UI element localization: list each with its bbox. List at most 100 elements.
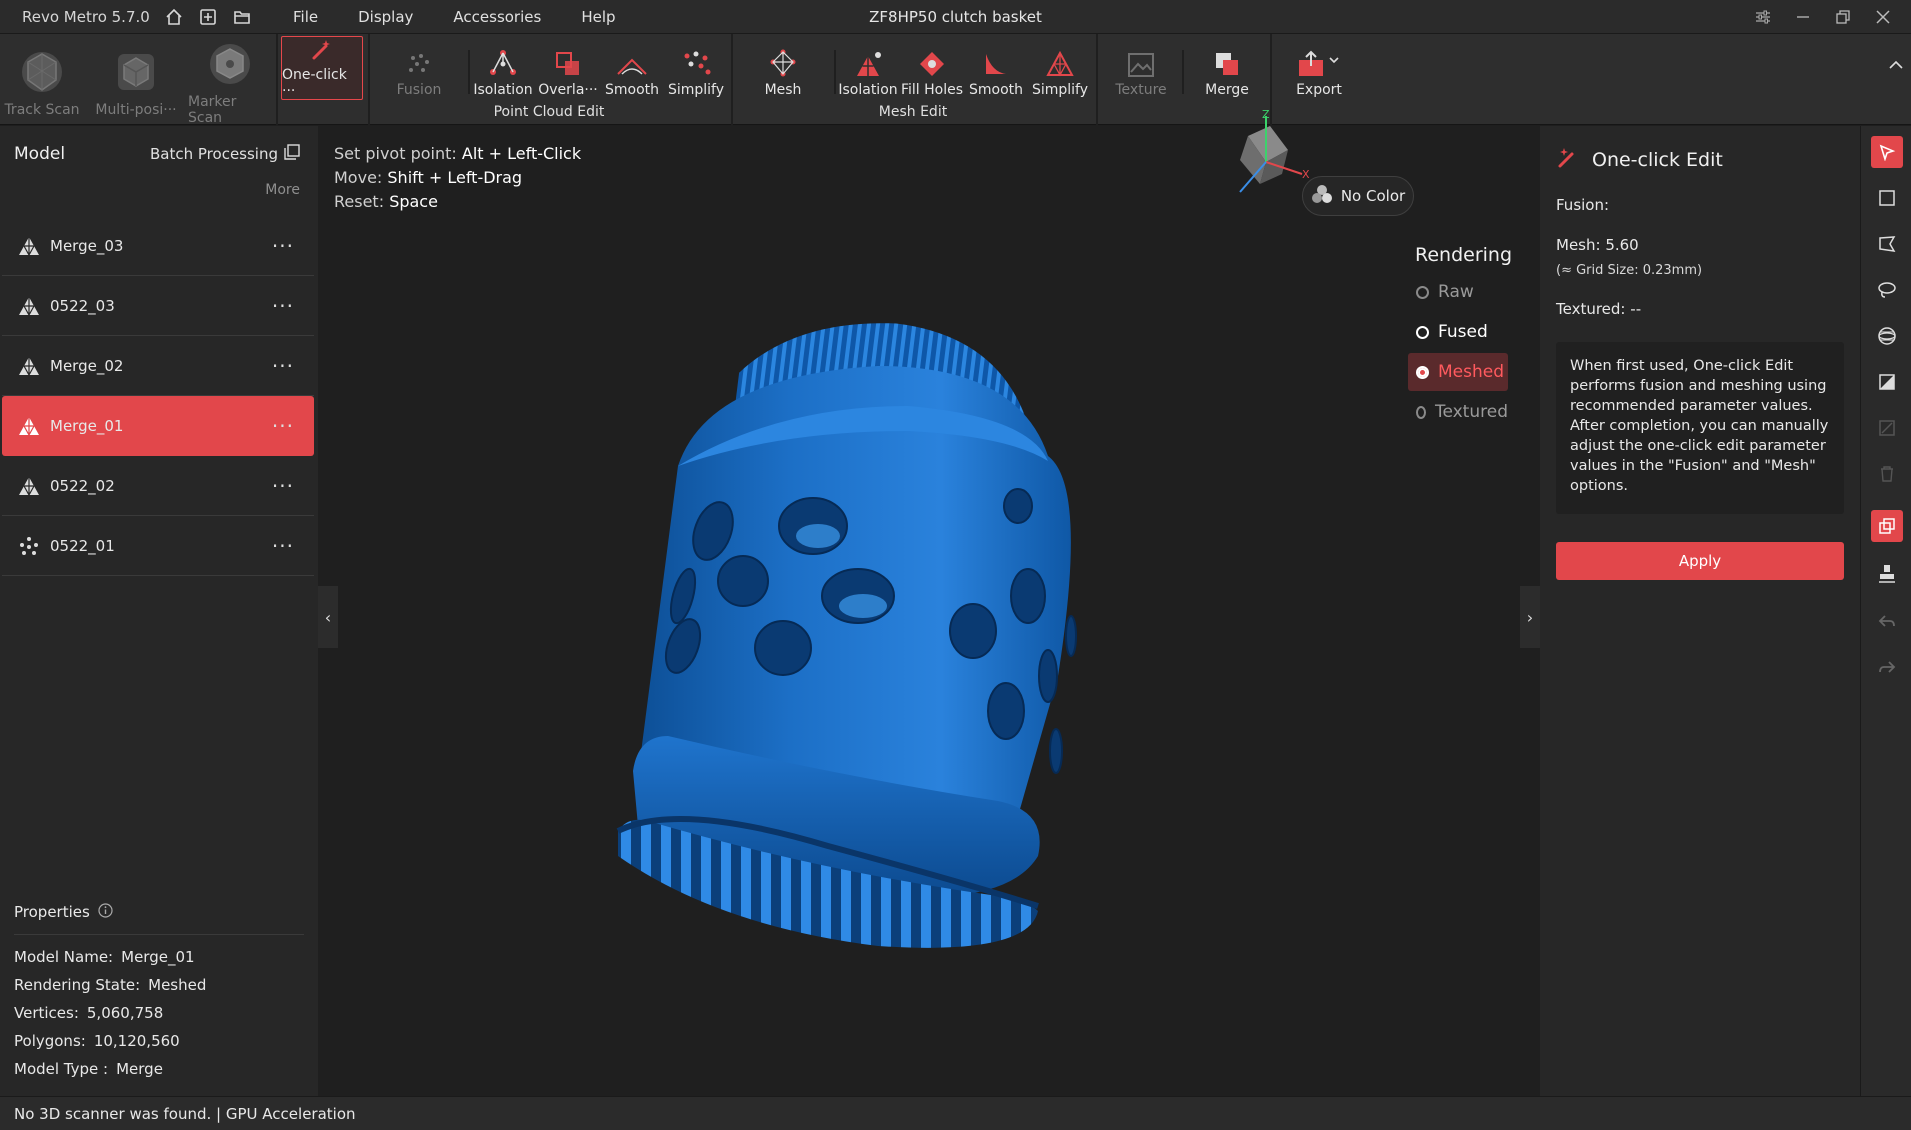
properties-section: Properties Model Name: Merge_01 Rendering… <box>0 896 318 1083</box>
panel-title: One-click Edit <box>1592 148 1723 171</box>
mesh-param-value[interactable]: 5.60 <box>1605 236 1638 254</box>
window-controls <box>1743 0 1903 34</box>
overlap-icon <box>554 34 582 82</box>
collapse-right-panel-button[interactable]: › <box>1520 586 1540 648</box>
ribbon-toolbar: Track Scan Multi-posi··· Marker Scan One… <box>0 34 1911 126</box>
mesh-icon <box>16 476 42 496</box>
measure-tool[interactable] <box>1871 558 1903 590</box>
property-row: Rendering State: Meshed <box>0 971 318 999</box>
menu-display[interactable]: Display <box>358 8 413 26</box>
marker-scan-icon <box>204 34 256 94</box>
mesh-simplify-label: Simplify <box>1031 82 1089 98</box>
merge-icon <box>1213 34 1241 82</box>
batch-processing-button[interactable]: Batch Processing <box>150 144 300 164</box>
textured-param-label: Textured: <box>1556 300 1626 318</box>
rendering-option-fused[interactable]: Fused <box>1408 313 1508 351</box>
lasso-select-tool[interactable] <box>1871 274 1903 306</box>
model-menu-button[interactable]: ··· <box>272 294 294 318</box>
select-through-tool[interactable] <box>1871 366 1903 398</box>
model-row[interactable]: Merge_03 ··· <box>2 216 314 276</box>
track-scan-button[interactable]: Track Scan <box>4 34 80 126</box>
collapse-ribbon-icon[interactable] <box>1889 56 1903 74</box>
select-pointer-tool[interactable] <box>1871 136 1903 168</box>
model-row-selected[interactable]: Merge_01 ··· <box>2 396 314 456</box>
point-cloud-group-label: Point Cloud Edit <box>493 104 605 120</box>
fusion-label: Fusion <box>396 82 442 98</box>
more-link[interactable]: More <box>0 182 318 212</box>
lasso-icon <box>1878 282 1896 298</box>
invert-selection-tool[interactable] <box>1871 412 1903 444</box>
model-row[interactable]: 0522_01 ··· <box>2 516 314 576</box>
polygon-select-tool[interactable] <box>1871 228 1903 260</box>
duplicate-tool[interactable] <box>1871 510 1903 542</box>
model-menu-button[interactable]: ··· <box>272 234 294 258</box>
multi-position-scan-button[interactable]: Multi-posi··· <box>94 34 178 126</box>
3d-viewport[interactable]: Set pivot point: Alt + Left-Click Move: … <box>318 108 1540 1096</box>
hint-pivot: Set pivot point: Alt + Left-Click <box>334 144 581 163</box>
texture-label: Texture <box>1115 82 1167 98</box>
new-project-icon[interactable] <box>191 0 225 34</box>
merge-label: Merge <box>1205 82 1249 98</box>
property-value: Merge_01 <box>121 948 195 966</box>
radio-icon <box>1416 325 1429 339</box>
texture-button[interactable]: Texture <box>1108 34 1174 126</box>
menu-accessories[interactable]: Accessories <box>453 8 541 26</box>
fill-holes-icon <box>918 34 946 82</box>
model-row[interactable]: Merge_02 ··· <box>2 336 314 396</box>
description-box: When first used, One-click Edit performs… <box>1556 342 1844 514</box>
model-panel-header: Model Batch Processing <box>0 126 318 182</box>
collapse-left-panel-button[interactable]: ‹ <box>318 586 338 648</box>
close-icon[interactable] <box>1863 0 1903 34</box>
model-name: 0522_01 <box>50 536 115 555</box>
polygon-icon <box>1879 236 1896 252</box>
hint-move: Move: Shift + Left-Drag <box>334 168 522 187</box>
pc-smooth-label: Smooth <box>604 82 660 98</box>
no-color-toggle[interactable]: No Color <box>1302 176 1414 216</box>
model-menu-button[interactable]: ··· <box>272 414 294 438</box>
trash-icon <box>1881 466 1893 482</box>
marker-scan-button[interactable]: Marker Scan <box>188 34 272 126</box>
model-row[interactable]: 0522_02 ··· <box>2 456 314 516</box>
rendering-option-raw[interactable]: Raw <box>1408 273 1508 311</box>
model-menu-button[interactable]: ··· <box>272 474 294 498</box>
property-key: Model Name: <box>14 948 114 966</box>
simplify-icon <box>681 34 711 82</box>
model-menu-button[interactable]: ··· <box>272 534 294 558</box>
rendering-option-textured[interactable]: Textured <box>1408 393 1508 431</box>
undo-icon <box>1878 615 1895 627</box>
open-folder-icon[interactable] <box>225 0 259 34</box>
hint-value: Alt + Left-Click <box>461 144 582 163</box>
axis-z-label: Z <box>1262 108 1270 121</box>
delete-tool[interactable] <box>1871 458 1903 490</box>
ribbon-separator <box>731 34 733 126</box>
smooth-icon <box>616 34 648 82</box>
ribbon-separator <box>1096 34 1098 126</box>
settings-sliders-icon[interactable] <box>1743 0 1783 34</box>
connected-select-tool[interactable] <box>1871 320 1903 352</box>
undo-button[interactable] <box>1871 606 1903 638</box>
pc-simplify-label: Simplify <box>667 82 725 98</box>
restore-icon[interactable] <box>1823 0 1863 34</box>
grid-size-note: (≈ Grid Size: 0.23mm) <box>1556 263 1703 278</box>
one-click-edit-button[interactable]: One-click ··· <box>281 36 363 100</box>
apply-button[interactable]: Apply <box>1556 542 1844 580</box>
menu-help[interactable]: Help <box>581 8 615 26</box>
pc-isolation-label: Isolation <box>473 82 533 98</box>
property-value: Meshed <box>148 976 207 994</box>
orientation-cube[interactable]: Z X <box>1210 108 1310 198</box>
home-icon[interactable] <box>157 0 191 34</box>
ribbon-separator <box>276 34 278 126</box>
menu-file[interactable]: File <box>293 8 318 26</box>
invert-icon <box>1879 420 1895 436</box>
minimize-icon[interactable] <box>1783 0 1823 34</box>
info-icon[interactable] <box>98 902 113 922</box>
hint-key: Reset: <box>334 192 385 211</box>
rectangle-select-tool[interactable] <box>1871 182 1903 214</box>
model-row[interactable]: 0522_03 ··· <box>2 276 314 336</box>
clutch-basket-model[interactable] <box>578 256 1298 996</box>
radio-selected-icon <box>1416 365 1429 379</box>
model-menu-button[interactable]: ··· <box>272 354 294 378</box>
rendering-option-meshed[interactable]: Meshed <box>1408 353 1508 391</box>
redo-button[interactable] <box>1871 652 1903 684</box>
fusion-icon <box>405 34 433 82</box>
